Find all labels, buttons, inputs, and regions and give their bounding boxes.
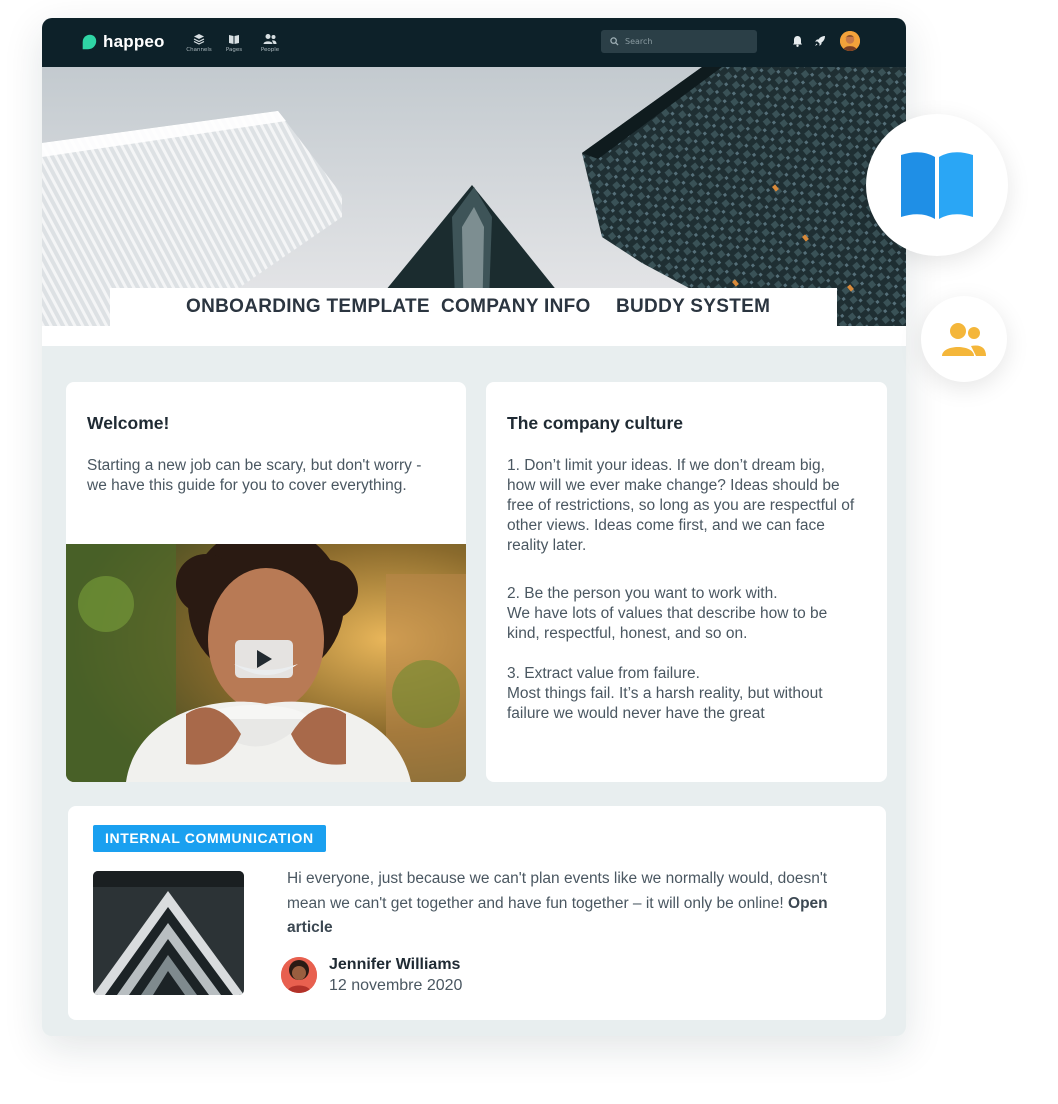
nav-pages[interactable]: Pages <box>216 33 252 53</box>
culture-line: kind, respectful, honest, and so on. <box>507 625 748 642</box>
author-avatar[interactable] <box>281 957 317 993</box>
top-bar: happeo Channels Pages People Search <box>42 18 906 67</box>
people-badge <box>921 296 1007 382</box>
culture-card: The company culture 1. Don’t limit your … <box>486 382 887 782</box>
open-book-icon <box>901 152 973 219</box>
welcome-line: we have this guide for you to cover ever… <box>87 477 407 494</box>
culture-line: other views. Ideas come first, and we ca… <box>507 517 825 534</box>
layers-icon <box>193 34 205 45</box>
culture-line: We have lots of values that describe how… <box>507 605 828 622</box>
author-name[interactable]: Jennifer Williams <box>329 956 460 974</box>
welcome-title: Welcome! <box>87 413 170 433</box>
welcome-text: Starting a new job can be scary, but don… <box>87 456 421 496</box>
post-card: INTERNAL COMMUNICATION Hi everyone, just… <box>68 806 886 1020</box>
app-window: happeo Channels Pages People Search ONBO… <box>42 18 906 1036</box>
culture-paragraph-2: 2. Be the person you want to work with. … <box>507 584 827 644</box>
culture-line: failure we would never have the great <box>507 705 765 722</box>
welcome-line: Starting a new job can be scary, but don… <box>87 457 422 474</box>
post-line: Hi everyone, just because we can't plan … <box>287 870 828 887</box>
bell-icon[interactable] <box>792 35 803 47</box>
search-icon <box>610 37 619 46</box>
post-excerpt: Hi everyone, just because we can't plan … <box>287 867 847 941</box>
nav-people-label: People <box>260 47 280 53</box>
play-button[interactable] <box>235 640 293 678</box>
people-icon <box>263 34 277 44</box>
user-avatar-image <box>840 31 860 51</box>
culture-line: free of restrictions, so long as you are… <box>507 497 855 514</box>
post-thumbnail[interactable] <box>93 871 244 995</box>
culture-line: how will we ever make change? Ideas shou… <box>507 477 840 494</box>
tabs-underlay <box>42 326 906 346</box>
culture-title: The company culture <box>507 413 684 433</box>
welcome-video[interactable] <box>66 544 466 782</box>
people-group-icon <box>942 323 986 356</box>
logo[interactable]: happeo <box>80 32 165 52</box>
logo-text: happeo <box>103 32 165 51</box>
tab-onboarding-template[interactable]: ONBOARDING TEMPLATE <box>186 296 430 318</box>
nav-people[interactable]: People <box>252 33 288 53</box>
search-box[interactable] <box>601 30 757 53</box>
page-tabs: ONBOARDING TEMPLATE COMPANY INFO BUDDY S… <box>110 288 837 326</box>
culture-line: reality later. <box>507 537 587 554</box>
tab-company-info[interactable]: COMPANY INFO <box>441 296 591 318</box>
culture-line: 2. Be the person you want to work with. <box>507 585 778 602</box>
nav-channels[interactable]: Channels <box>181 33 217 53</box>
culture-paragraph-1: 1. Don’t limit your ideas. If we don’t d… <box>507 456 854 556</box>
category-tag[interactable]: INTERNAL COMMUNICATION <box>93 825 326 852</box>
nav-channels-label: Channels <box>186 47 212 53</box>
culture-paragraph-3: 3. Extract value from failure. Most thin… <box>507 664 823 724</box>
author-avatar-image <box>281 957 317 993</box>
open-article-link-continued[interactable]: article <box>287 919 333 936</box>
rocket-icon[interactable] <box>814 35 826 47</box>
post-date: 12 novembre 2020 <box>329 977 463 994</box>
user-avatar[interactable] <box>840 31 860 51</box>
culture-line: Most things fail. It’s a harsh reality, … <box>507 685 823 702</box>
happeo-logo-icon <box>82 34 97 50</box>
post-line: mean we can't get together and have fun … <box>287 894 784 912</box>
tab-buddy-system[interactable]: BUDDY SYSTEM <box>616 296 770 318</box>
building-thumbnail-image <box>93 871 244 995</box>
welcome-card: Welcome! Starting a new job can be scary… <box>66 382 466 782</box>
nav-pages-label: Pages <box>225 47 243 53</box>
search-input[interactable] <box>625 37 745 46</box>
open-article-link[interactable]: Open <box>788 895 828 912</box>
play-icon <box>257 650 272 668</box>
pages-badge <box>866 114 1008 256</box>
culture-line: 3. Extract value from failure. <box>507 665 700 682</box>
book-icon <box>229 35 239 44</box>
culture-line: 1. Don’t limit your ideas. If we don’t d… <box>507 457 825 474</box>
